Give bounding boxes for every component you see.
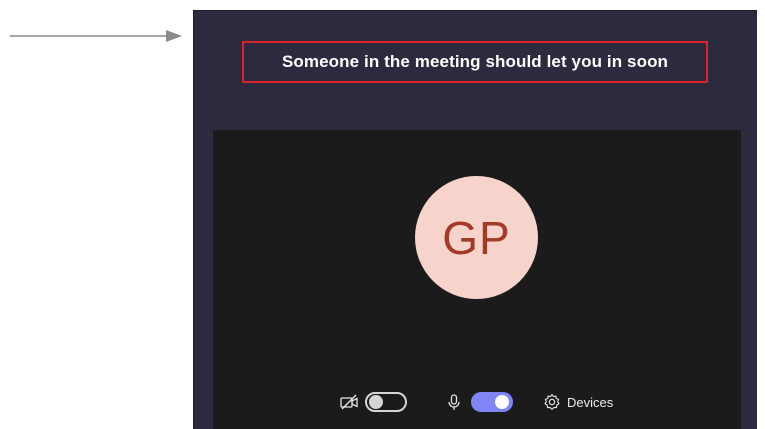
camera-toggle-knob xyxy=(369,395,383,409)
lobby-message: Someone in the meeting should let you in… xyxy=(281,52,669,71)
microphone-control xyxy=(445,388,513,416)
preview-controls: Devices xyxy=(213,388,741,416)
camera-control xyxy=(339,388,407,416)
microphone-icon[interactable] xyxy=(445,392,463,412)
microphone-toggle[interactable] xyxy=(471,392,513,412)
microphone-toggle-knob xyxy=(495,395,509,409)
camera-toggle[interactable] xyxy=(365,392,407,412)
gear-icon xyxy=(544,393,560,410)
avatar: GP xyxy=(415,176,538,299)
highlight-box: Someone in the meeting should let you in… xyxy=(242,41,708,83)
video-preview: GP Devices xyxy=(213,130,741,429)
camera-off-icon[interactable] xyxy=(339,392,359,412)
devices-label: Devices xyxy=(567,394,614,410)
annotation-arrow-icon xyxy=(10,30,182,42)
teams-lobby-window: Someone in the meeting should let you in… xyxy=(193,10,757,429)
devices-button[interactable]: Devices xyxy=(543,388,613,416)
avatar-initials: GP xyxy=(442,211,511,264)
